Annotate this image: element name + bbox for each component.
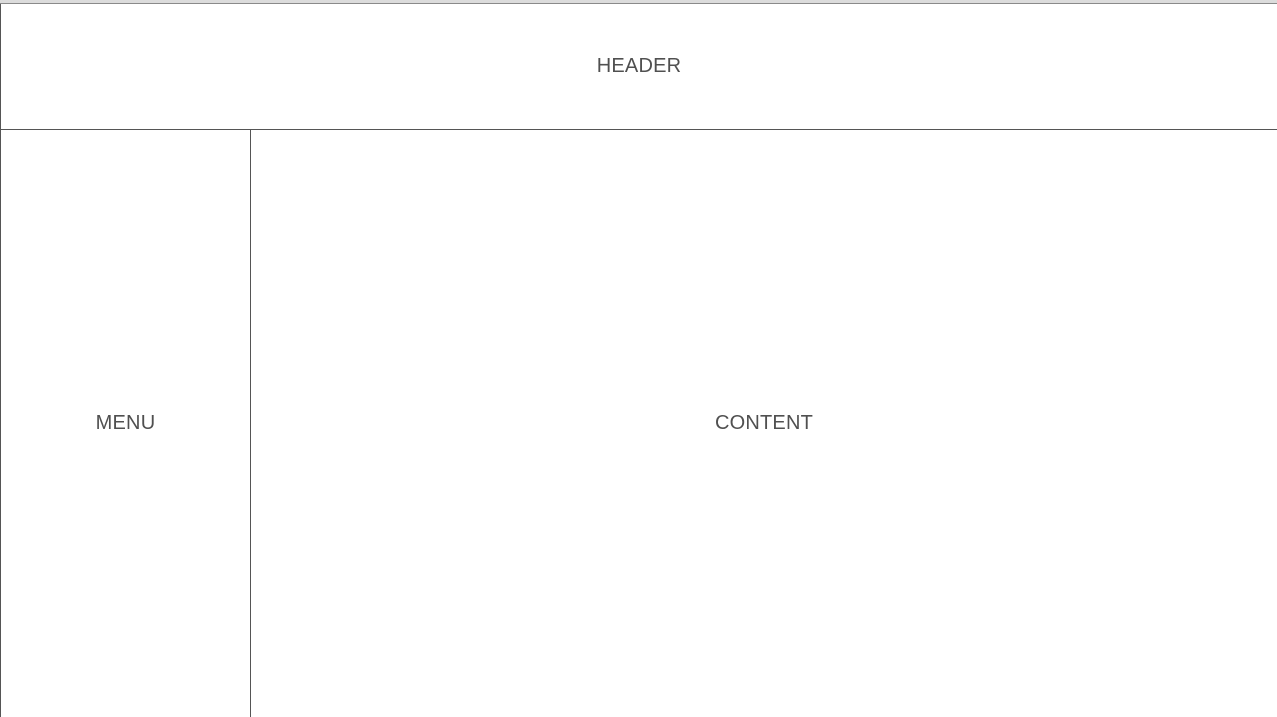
menu-label: MENU [95, 412, 156, 434]
menu-sidebar: MENU [0, 130, 251, 717]
header-label: HEADER [596, 55, 682, 77]
header-region: HEADER [0, 4, 1277, 130]
content-area: CONTENT [251, 130, 1277, 717]
content-label: CONTENT [714, 412, 814, 434]
